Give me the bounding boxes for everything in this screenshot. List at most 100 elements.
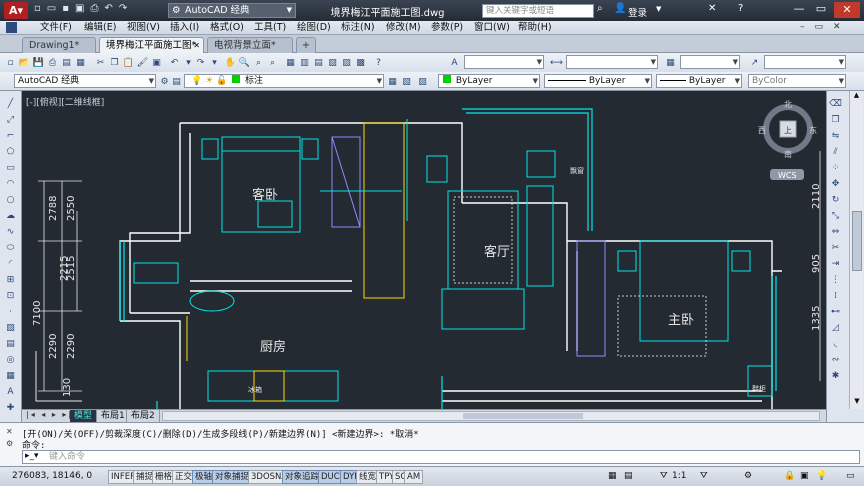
clean-screen-icon[interactable]: ▭ (846, 471, 855, 481)
layer-previous-icon[interactable]: ▧ (400, 75, 413, 88)
command-input[interactable]: ▸_▾ 键入命令 (22, 450, 860, 464)
wcs-label[interactable]: WCS (778, 171, 797, 180)
viewcube-west[interactable]: 西 (758, 126, 766, 135)
markup-icon[interactable]: ▨ (340, 56, 353, 69)
menu-parameters[interactable]: 参数(P) (431, 21, 463, 35)
make-current-layer-icon[interactable]: ▦ (386, 75, 399, 88)
help-icon[interactable]: ? (372, 56, 385, 69)
zoom-window-icon[interactable]: ⌕ (252, 56, 265, 69)
redo-icon[interactable]: ↷ (194, 56, 207, 69)
break-at-point-icon[interactable]: ⋮ (829, 273, 842, 286)
ellipse-arc-icon[interactable]: ◜ (4, 257, 17, 270)
dim-style-icon[interactable]: ⟷ (550, 56, 563, 69)
layout-tab-layout1[interactable]: 布局1 (96, 410, 129, 422)
horizontal-scrollbar[interactable] (162, 411, 820, 421)
app-menu-icon[interactable] (6, 22, 17, 33)
region-icon[interactable]: ◎ (4, 353, 17, 366)
rotate-icon[interactable]: ↻ (829, 193, 842, 206)
polyline-icon[interactable]: ⌐ (4, 129, 17, 142)
copy-icon[interactable]: ❐ (108, 56, 121, 69)
annotation-scale[interactable]: 1:1 (672, 471, 686, 481)
cut-icon[interactable]: ✂ (94, 56, 107, 69)
chamfer-icon[interactable]: ◿ (829, 321, 842, 334)
layout-icon[interactable]: ▤ (624, 471, 633, 481)
multileader-style-icon[interactable]: ↗ (748, 56, 761, 69)
publish-icon[interactable]: ▦ (74, 56, 87, 69)
point-icon[interactable]: · (4, 305, 17, 318)
redo-dropdown-icon[interactable]: ▾ (208, 56, 221, 69)
toggle-osnap[interactable]: 对象捕捉 (212, 470, 253, 484)
text-style-icon[interactable]: A (448, 56, 461, 69)
fillet-icon[interactable]: ◟ (829, 337, 842, 350)
spline-icon[interactable]: ∿ (4, 225, 17, 238)
doc-tab-tv-elevation[interactable]: 电视背景立面* (207, 37, 293, 53)
maximize-icon[interactable]: ▭ (810, 2, 832, 18)
join-icon[interactable]: ⊷ (829, 305, 842, 318)
scroll-down-icon[interactable]: ▼ (850, 397, 864, 409)
menu-window[interactable]: 窗口(W) (474, 21, 510, 35)
tab-close-icon[interactable]: ✕ (193, 38, 200, 53)
menu-dimension[interactable]: 标注(N) (341, 21, 375, 35)
scroll-thumb[interactable] (852, 211, 862, 271)
move-icon[interactable]: ✥ (829, 177, 842, 190)
rectangle-icon[interactable]: ▭ (4, 161, 17, 174)
viewcube-top[interactable]: 上 (784, 126, 792, 135)
doc-tab-drawing1[interactable]: Drawing1* (22, 37, 96, 53)
drawing-canvas[interactable]: [-][俯视][二维线框] 2788 2550 2515 2215 7100 2… (22, 91, 826, 409)
new-icon[interactable]: ▫ (4, 56, 17, 69)
block-editor-icon[interactable]: ▣ (150, 56, 163, 69)
trim-icon[interactable]: ✂ (829, 241, 842, 254)
zoom-realtime-icon[interactable]: 🔍 (238, 56, 251, 69)
viewcube-east[interactable]: 东 (809, 125, 817, 135)
toggle-am[interactable]: AM (404, 470, 424, 484)
workspace-selector[interactable]: ⚙ AutoCAD 经典 ▼ (168, 3, 296, 18)
plotstyle-select[interactable]: ByColor ▼ (748, 74, 846, 88)
tool-palettes-icon[interactable]: ▤ (312, 56, 325, 69)
stretch-icon[interactable]: ⇔ (829, 225, 842, 238)
extend-icon[interactable]: ⇥ (829, 257, 842, 270)
new-file-icon[interactable]: ▫ (34, 3, 47, 14)
new-tab-button[interactable]: + (296, 37, 316, 53)
menu-tools[interactable]: 工具(T) (254, 21, 286, 35)
table-style-icon[interactable]: ▦ (664, 56, 677, 69)
command-close-icon[interactable]: ✕ (6, 427, 13, 436)
ellipse-icon[interactable]: ⬭ (4, 241, 17, 254)
save-icon[interactable]: 💾 (32, 56, 45, 69)
doc-restore-icon[interactable]: ▭ (815, 22, 834, 32)
make-block-icon[interactable]: ⊡ (4, 289, 17, 302)
properties-icon[interactable]: ▦ (284, 56, 297, 69)
coordinate-readout[interactable]: 276083, 18146, 0 (12, 471, 92, 481)
help-icon[interactable]: ? (738, 3, 743, 14)
sheet-set-icon[interactable]: ▧ (326, 56, 339, 69)
menu-view[interactable]: 视图(V) (127, 21, 160, 35)
explode-icon[interactable]: ✱ (829, 369, 842, 382)
layout-nav-icons[interactable]: |◂ ◂ ▸ ▸| (26, 410, 73, 419)
linetype-select[interactable]: ByLayer ▼ (544, 74, 652, 88)
save-icon[interactable]: ▪ (62, 3, 75, 14)
menu-file[interactable]: 文件(F) (40, 21, 72, 35)
paste-icon[interactable]: 📋 (122, 56, 135, 69)
menu-help[interactable]: 帮助(H) (518, 21, 552, 35)
command-settings-icon[interactable]: ⚙ (6, 439, 13, 448)
workspace-select[interactable]: AutoCAD 经典 ▼ (14, 74, 156, 88)
offset-icon[interactable]: ⫽ (829, 145, 842, 158)
lock-ui-icon[interactable]: 🔒 (784, 471, 795, 481)
array-icon[interactable]: ⁘ (829, 161, 842, 174)
hscroll-thumb[interactable] (463, 413, 583, 419)
text-style-select[interactable]: ▼ (464, 55, 544, 69)
menu-edit[interactable]: 编辑(E) (84, 21, 116, 35)
circle-icon[interactable]: ○ (4, 193, 17, 206)
layout-tab-model[interactable]: 模型 (70, 410, 97, 422)
mtext-icon[interactable]: A (4, 385, 17, 398)
viewcube-south[interactable]: 南 (784, 149, 792, 159)
erase-icon[interactable]: ⌫ (829, 97, 842, 110)
copy-object-icon[interactable]: ❐ (829, 113, 842, 126)
close-icon[interactable]: ✕ (834, 2, 860, 18)
construction-line-icon[interactable]: ⤢ (4, 113, 17, 126)
layer-properties-icon[interactable]: ▤ (170, 75, 183, 88)
menu-draw[interactable]: 绘图(D) (297, 21, 331, 35)
revision-cloud-icon[interactable]: ☁ (4, 209, 17, 222)
open-file-icon[interactable]: ▭ (47, 3, 62, 14)
menu-insert[interactable]: 插入(I) (170, 21, 199, 35)
save-as-icon[interactable]: ▣ (75, 3, 90, 14)
